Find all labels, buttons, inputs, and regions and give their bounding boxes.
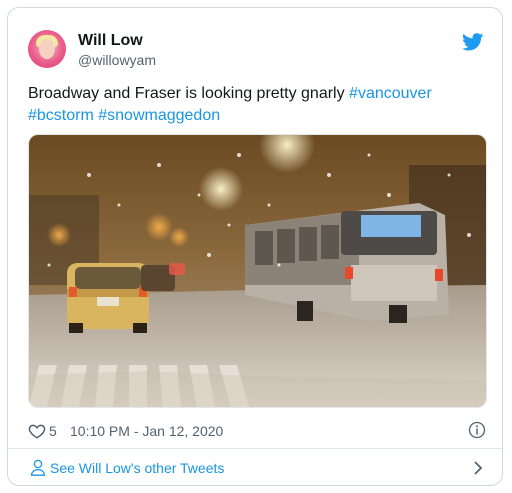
tweet-body: Broadway and Fraser is looking pretty gn… [28,85,350,102]
avatar[interactable] [28,30,66,68]
tweet-meta: 5 10:10 PM - Jan 12, 2020 [28,420,486,442]
tweet-header: Will Low @willowyam [28,30,486,70]
tweet-photo[interactable] [28,134,487,408]
author-name[interactable]: Will Low [78,32,143,50]
twitter-bird-icon[interactable] [462,33,484,51]
hashtag-bcstorm[interactable]: #bcstorm [28,107,94,124]
tweet-text: Broadway and Fraser is looking pretty gn… [28,83,488,127]
hashtag-snowmaggedon[interactable]: #snowmaggedon [98,107,220,124]
like-count[interactable]: 5 [49,423,57,439]
info-icon[interactable] [468,421,486,439]
snowy-street-photo [29,135,486,407]
avatar-face [39,39,55,59]
tweet-card: Will Low @willowyam Broadway and Fraser … [7,7,503,486]
divider [8,448,502,449]
see-other-tweets-link[interactable]: See Will Low's other Tweets [28,457,486,479]
author-handle[interactable]: @willowyam [78,52,156,68]
heart-icon[interactable] [28,422,46,440]
see-other-tweets-label: See Will Low's other Tweets [50,460,225,476]
person-icon [30,459,46,476]
timestamp[interactable]: 10:10 PM - Jan 12, 2020 [70,423,223,439]
hashtag-vancouver[interactable]: #vancouver [349,85,432,102]
chevron-right-icon [474,461,483,475]
